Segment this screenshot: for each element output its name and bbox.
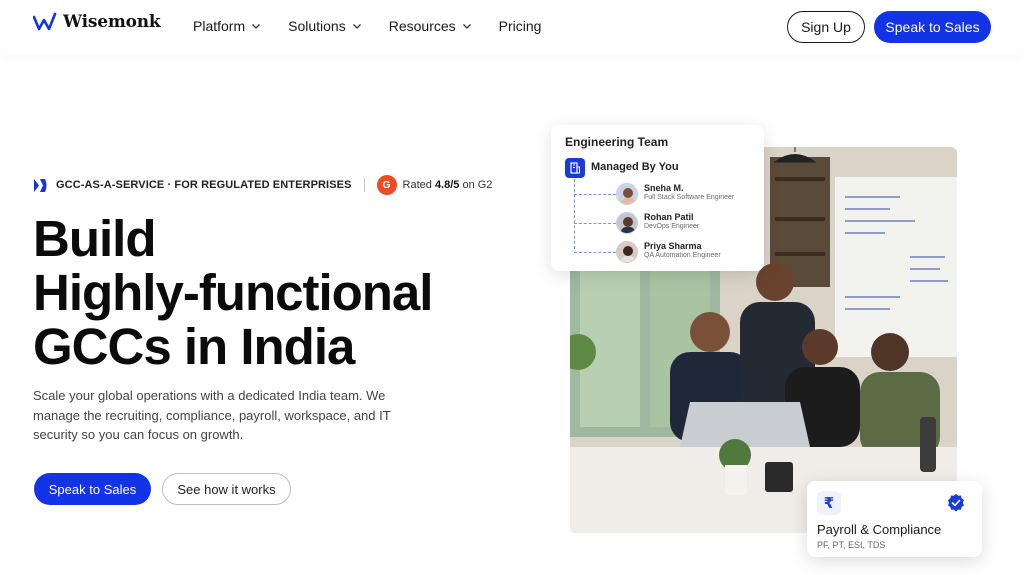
- nav-item-label: Solutions: [288, 18, 346, 34]
- nav-item-platform[interactable]: Platform: [193, 18, 261, 34]
- chevron-down-icon: [462, 24, 471, 29]
- nav-item-label: Platform: [193, 18, 246, 34]
- member-role: QA Automation Engineer: [644, 252, 721, 259]
- g2-rating: Rated 4.8/5 on G2: [403, 179, 493, 191]
- hero-badge-row: GCC-AS-A-SERVICE · FOR REGULATED ENTERPR…: [34, 175, 492, 195]
- headline-line-1: Build: [33, 210, 156, 267]
- rating-prefix: Rated: [402, 179, 435, 191]
- payroll-title: Payroll & Compliance: [817, 522, 942, 537]
- payroll-subtitle: PF, PT, ESI, TDS: [817, 540, 886, 550]
- nav-item-solutions[interactable]: Solutions: [288, 18, 362, 34]
- see-how-it-works-button[interactable]: See how it works: [162, 473, 291, 505]
- main-menu: Platform Solutions Resources Pricing: [193, 18, 568, 34]
- team-member-item: Priya Sharma QA Automation Engineer: [574, 241, 759, 263]
- chevron-down-icon: [352, 24, 361, 29]
- tree-branch: [574, 223, 616, 224]
- engineering-team-card: Engineering Team Managed By You Sneha M.…: [551, 125, 764, 271]
- brand-logo[interactable]: Wisemonk: [33, 12, 161, 32]
- wisemonk-logo-icon: [33, 12, 57, 31]
- brand-name: Wisemonk: [63, 12, 161, 32]
- rating-suffix: on G2: [459, 179, 493, 191]
- managed-by-you-label: Managed By You: [591, 161, 679, 173]
- tree-branch: [574, 252, 616, 253]
- tree-branch: [574, 194, 616, 195]
- team-member-item: Rohan Patil DevOps Engineer: [574, 212, 759, 234]
- member-role: Full Stack Software Engineer: [644, 194, 735, 201]
- chevron-down-icon: [252, 24, 261, 29]
- avatar: [616, 241, 638, 263]
- nav-item-label: Pricing: [498, 18, 542, 34]
- member-name: Sneha M.: [644, 183, 684, 193]
- managed-team-icon: [565, 158, 585, 178]
- top-navbar: Wisemonk Platform Solutions Resources Pr…: [0, 0, 1024, 55]
- team-member-item: Sneha M. Full Stack Software Engineer: [574, 183, 759, 205]
- badge-divider: [363, 178, 365, 192]
- nav-item-pricing[interactable]: Pricing: [499, 18, 542, 34]
- headline-line-2: Highly-functional: [33, 264, 433, 321]
- sign-up-button[interactable]: Sign Up: [787, 11, 865, 43]
- gcc-badge-text: GCC-AS-A-SERVICE · FOR REGULATED ENTERPR…: [56, 179, 352, 191]
- headline-line-3: GCCs in India: [33, 318, 355, 375]
- hero-subtext: Scale your global operations with a dedi…: [33, 388, 391, 442]
- rupee-icon: ₹: [817, 491, 841, 515]
- speak-to-sales-button[interactable]: Speak to Sales: [34, 473, 151, 505]
- speak-to-sales-nav-button[interactable]: Speak to Sales: [874, 11, 991, 43]
- engineering-team-title: Engineering Team: [565, 135, 669, 149]
- member-name: Priya Sharma: [644, 241, 702, 251]
- nav-item-label: Resources: [388, 18, 456, 34]
- member-role: DevOps Engineer: [644, 223, 700, 230]
- avatar: [616, 183, 638, 205]
- building-icon: [570, 162, 580, 174]
- member-name: Rohan Patil: [644, 212, 694, 222]
- hero-headline: Build Highly-functional GCCs in India: [33, 212, 503, 374]
- rating-value: 4.8/5: [434, 179, 460, 191]
- verified-check-icon: [948, 494, 964, 512]
- g2-logo-icon: G: [376, 175, 397, 195]
- avatar: [616, 212, 638, 234]
- gcc-service-icon: [34, 178, 47, 192]
- nav-item-resources[interactable]: Resources: [389, 18, 472, 34]
- payroll-compliance-card: ₹ Payroll & Compliance PF, PT, ESI, TDS: [807, 481, 982, 557]
